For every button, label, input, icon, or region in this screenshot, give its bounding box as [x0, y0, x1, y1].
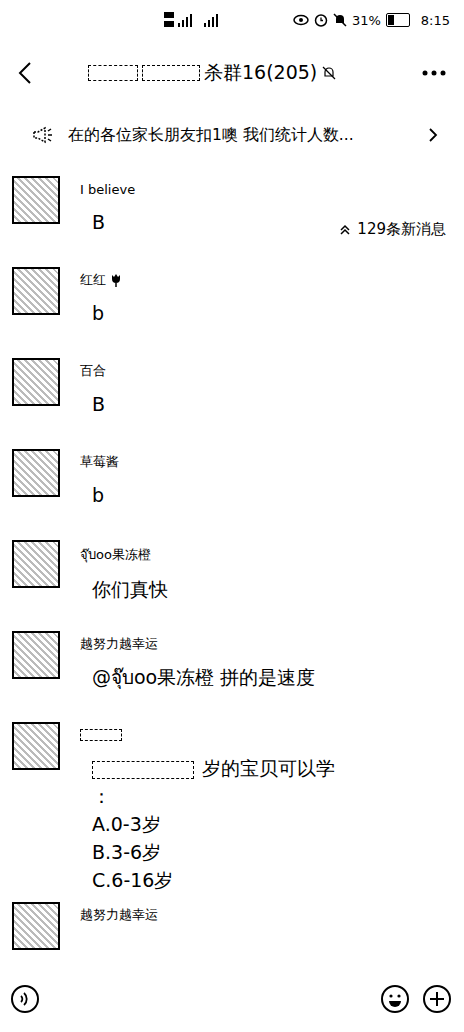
message-bubble: 你们真快 [80, 565, 180, 611]
redaction [88, 65, 138, 81]
alarm-icon [314, 13, 328, 27]
message-text: B.3-6岁 [92, 838, 335, 866]
chat-title: 杀群16(205) [44, 60, 410, 86]
message-row: 越努力越幸运 [0, 902, 464, 966]
message-row: 越努力越幸运 @จุ๊บoo果冻橙 拼的是速度 [0, 631, 464, 722]
status-bar: 31% 8:15 [0, 0, 464, 40]
sender-name: I believe [80, 176, 135, 198]
message-bubble: b [80, 471, 119, 517]
flower-icon [110, 273, 122, 287]
pinned-notice[interactable]: 在的各位家长朋友扣1噢 我们统计人数... [0, 106, 464, 164]
sender-name: จุ๊บoo果冻橙 [80, 540, 180, 565]
message-row: 岁的宝贝可以学 ： A.0-3岁 B.3-6岁 C.6-16岁 [0, 722, 464, 902]
back-icon[interactable] [18, 61, 32, 85]
avatar[interactable] [12, 722, 60, 770]
message-text: ： [92, 782, 335, 810]
time-text: 8:15 [421, 13, 450, 28]
message-text: 岁的宝贝可以学 [92, 754, 335, 782]
redaction [142, 65, 200, 81]
mute-icon [321, 65, 337, 81]
mute-bell-icon [333, 13, 347, 27]
sender-name: 百合 [80, 358, 117, 380]
message-text: A.0-3岁 [92, 810, 335, 838]
avatar[interactable] [12, 449, 60, 497]
more-icon[interactable] [422, 70, 446, 76]
message-row: 红红 b [0, 267, 464, 358]
message-text: 你们真快 [92, 575, 168, 603]
redaction [92, 761, 194, 779]
message-row: จุ๊บoo果冻橙 你们真快 [0, 540, 464, 631]
message-list: 129条新消息 I believe B 红红 b 百合 B 草莓酱 b จุ๊บ… [0, 164, 464, 966]
message-bubble: 岁的宝贝可以学 ： A.0-3岁 B.3-6岁 C.6-16岁 [80, 744, 347, 902]
message-text: @จุ๊บoo果冻橙 拼的是速度 [92, 663, 315, 691]
notice-text: 在的各位家长朋友扣1噢 我们统计人数... [68, 125, 414, 146]
message-row: 草莓酱 b [0, 449, 464, 540]
sender-name: 越努力越幸运 [80, 631, 327, 653]
chat-header: 杀群16(205) [0, 40, 464, 106]
message-bubble: b [80, 289, 122, 335]
input-bar [0, 966, 464, 1032]
message-text: B [92, 208, 123, 236]
chevron-right-icon [428, 127, 438, 143]
message-text: b [92, 481, 107, 509]
megaphone-icon [30, 125, 54, 145]
voice-icon[interactable] [10, 984, 40, 1014]
sender-name [80, 722, 347, 744]
message-bubble: B [80, 380, 117, 426]
message-text: C.6-16岁 [92, 866, 335, 894]
sender-name: 草莓酱 [80, 449, 119, 471]
battery-icon [386, 13, 410, 27]
message-text: B [92, 390, 105, 418]
sender-name: 越努力越幸运 [80, 902, 158, 924]
avatar[interactable] [12, 631, 60, 679]
eye-icon [293, 14, 309, 26]
avatar[interactable] [12, 902, 60, 950]
redaction [80, 729, 122, 741]
chat-screen: 31% 8:15 杀群16(205) 在的各位家长朋友扣1噢 我们统计人数...… [0, 0, 464, 1032]
sender-name: 红红 [80, 267, 122, 289]
avatar[interactable] [12, 176, 60, 224]
avatar[interactable] [12, 267, 60, 315]
avatar[interactable] [12, 358, 60, 406]
message-bubble: @จุ๊บoo果冻橙 拼的是速度 [80, 653, 327, 699]
new-messages-badge[interactable]: 129条新消息 [333, 216, 452, 243]
message-row: 百合 B [0, 358, 464, 449]
double-chevron-up-icon [339, 224, 351, 236]
message-bubble: B [80, 198, 135, 244]
plus-icon[interactable] [422, 984, 452, 1014]
avatar[interactable] [12, 540, 60, 588]
battery-text: 31% [352, 13, 381, 28]
message-input[interactable] [52, 981, 368, 1017]
message-text: b [92, 299, 110, 327]
signal-icon [164, 9, 234, 31]
emoji-icon[interactable] [380, 984, 410, 1014]
